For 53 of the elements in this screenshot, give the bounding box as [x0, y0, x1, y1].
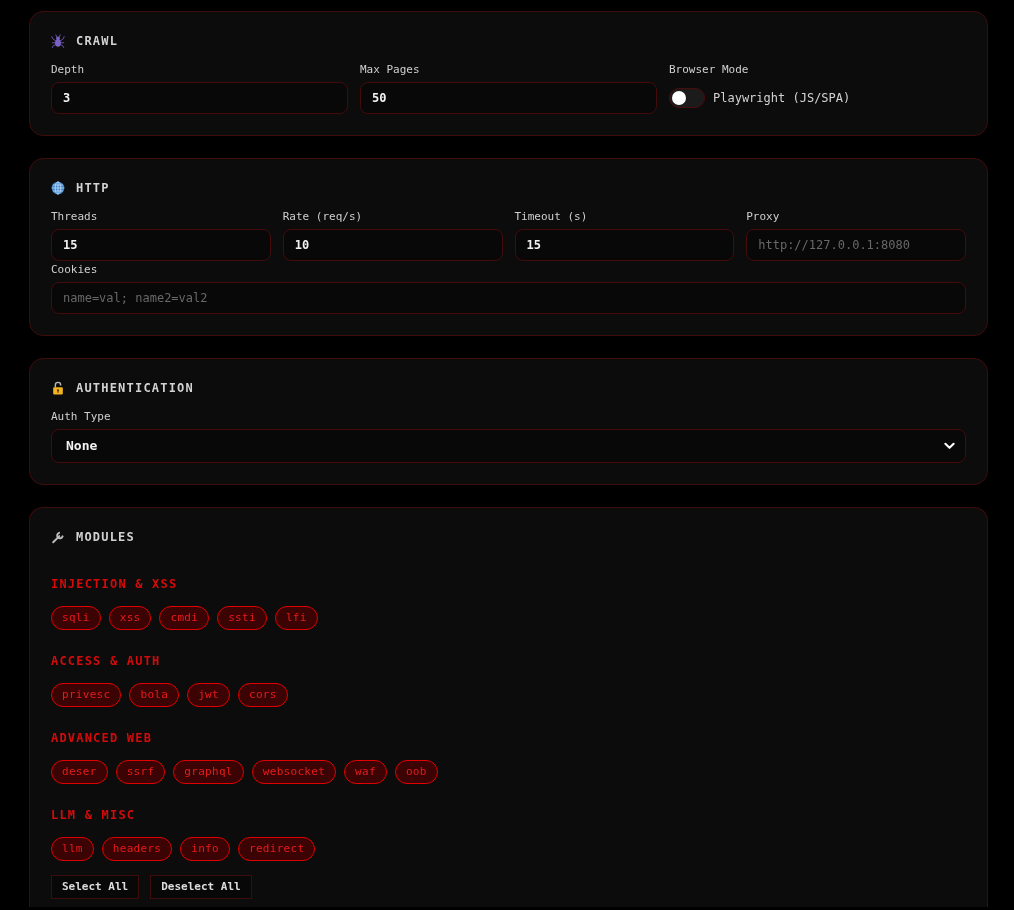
- lock-icon: [51, 381, 65, 395]
- select-all-button[interactable]: Select All: [51, 875, 140, 899]
- field-label: Max Pages: [360, 63, 421, 77]
- category-heading: LLM & MISC: [51, 807, 137, 823]
- input-field[interactable]: 15: [51, 229, 271, 261]
- wrench-icon: [51, 530, 65, 544]
- field-label: Auth Type: [51, 410, 112, 424]
- module-chip[interactable]: headers: [101, 837, 173, 861]
- input-field[interactable]: 10: [282, 229, 503, 261]
- spider-icon: [51, 34, 65, 48]
- chevron-down-icon: [944, 442, 955, 450]
- module-chip[interactable]: cors: [237, 683, 288, 707]
- field-label: Proxy: [746, 210, 781, 224]
- module-chip[interactable]: websocket: [251, 760, 337, 784]
- module-chip[interactable]: bola: [129, 683, 180, 707]
- module-chip[interactable]: ssti: [217, 606, 267, 630]
- section-title: MODULES: [76, 529, 135, 545]
- field-label: Cookies: [51, 263, 99, 277]
- toggle-label: Playwright (JS/SPA): [713, 90, 851, 106]
- module-chip[interactable]: sqli: [51, 606, 101, 630]
- input-field[interactable]: 15: [514, 229, 735, 261]
- input-field[interactable]: 50: [360, 82, 657, 114]
- toggle-switch[interactable]: [669, 88, 705, 108]
- module-chip[interactable]: xss: [108, 606, 152, 630]
- input-field[interactable]: name=val; name2=val2: [51, 282, 966, 314]
- module-chip[interactable]: privesc: [51, 683, 122, 707]
- field-label: Browser Mode: [669, 63, 750, 77]
- module-chip[interactable]: llm: [51, 837, 94, 861]
- category-heading: ACCESS & AUTH: [51, 653, 162, 669]
- module-chip[interactable]: ssrf: [115, 760, 166, 784]
- module-chip[interactable]: lfi: [274, 606, 318, 630]
- section-title: CRAWL: [76, 33, 119, 49]
- dropdown[interactable]: None: [51, 429, 966, 463]
- field-label: Timeout (s): [514, 210, 589, 224]
- module-chip[interactable]: oob: [394, 760, 438, 784]
- module-chip[interactable]: graphql: [173, 760, 244, 784]
- module-chip[interactable]: jwt: [187, 683, 230, 707]
- module-chip[interactable]: waf: [344, 760, 387, 784]
- module-chip[interactable]: redirect: [237, 837, 316, 861]
- module-chip[interactable]: cmdi: [159, 606, 210, 630]
- section-title: AUTHENTICATION: [76, 380, 194, 396]
- field-label: Rate (req/s): [282, 210, 364, 224]
- input-field[interactable]: http://127.0.0.1:8080: [746, 229, 966, 261]
- field-label: Threads: [51, 210, 99, 224]
- module-chip[interactable]: info: [180, 837, 230, 861]
- category-heading: ADVANCED WEB: [51, 730, 154, 746]
- field-label: Depth: [51, 63, 86, 77]
- module-chip[interactable]: deser: [51, 760, 108, 784]
- globe-icon: [51, 181, 65, 195]
- input-field[interactable]: 3: [51, 82, 348, 114]
- category-heading: INJECTION & XSS: [51, 576, 179, 592]
- section-title: HTTP: [76, 180, 110, 196]
- deselect-all-button[interactable]: Deselect All: [150, 875, 252, 899]
